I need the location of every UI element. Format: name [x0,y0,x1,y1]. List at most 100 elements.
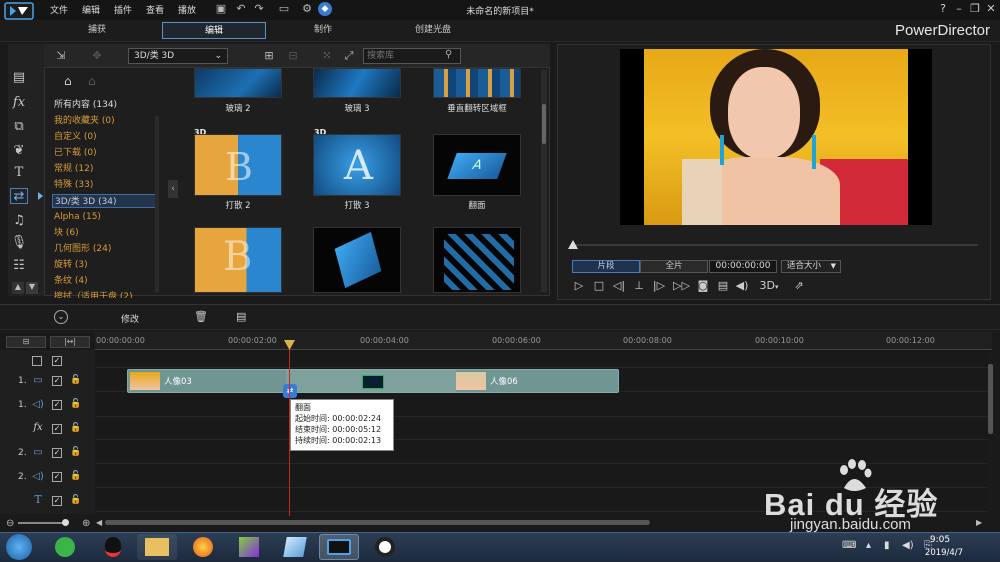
import-icon[interactable]: ⇲ [54,49,68,63]
taskbar-app-glass[interactable] [275,534,315,560]
category-scrollbar[interactable] [155,116,159,292]
title-room-icon[interactable]: T [10,165,28,181]
clip-mode-button[interactable]: 片段 [572,260,640,273]
scroll-up-icon[interactable]: ▲ [12,282,24,294]
play-icon[interactable]: ▷ [572,279,586,293]
close-icon[interactable]: ✕ [984,2,998,15]
track-enable-checkbox[interactable]: ✓ [52,376,62,386]
audio-mixing-room-icon[interactable]: ♫ [10,213,28,229]
edit-list-icon[interactable]: ▤ [236,310,246,323]
save-icon[interactable]: ▣ [214,2,228,16]
lock-icon[interactable]: 🔓 [70,399,81,409]
modify-button[interactable]: 修改 [121,312,139,325]
minimize-icon[interactable]: – [952,2,966,15]
transition-thumb-shatter2[interactable]: B [194,134,282,196]
aspect-ratio-icon[interactable]: ▭ [274,2,294,16]
undo-icon[interactable]: ↶ [234,2,248,16]
scroll-left-icon[interactable]: ◀ [96,518,102,527]
update-badge-icon[interactable]: ◆ [318,2,332,16]
search-icon[interactable]: ⚲ [445,49,452,60]
tab-capture[interactable]: 捕获 [45,22,149,39]
taskbar-app-explorer[interactable] [137,534,177,560]
zoom-in-icon[interactable]: ⊕ [82,518,90,529]
category-item[interactable]: 特殊 (33) [54,178,93,192]
tab-edit[interactable]: 编辑 [162,22,266,39]
3d-mode-button[interactable]: 3D▾ [758,279,780,293]
help-icon[interactable]: ? [936,2,950,15]
taskbar-app-media[interactable] [229,534,269,560]
clock-time[interactable]: 9:05 [920,535,960,545]
seek-thumb[interactable] [568,240,578,249]
category-item[interactable]: 已下载 (0) [54,146,97,160]
video-clip[interactable]: 人像03 人像06 [127,369,619,393]
track-enable-checkbox[interactable]: ✓ [52,424,62,434]
timeline-scroll-thumb[interactable] [105,520,650,525]
clock-date[interactable]: 2019/4/7 [918,548,970,558]
timecode-display[interactable]: 00:00:00:00 [709,260,777,273]
category-item[interactable]: 常规 (12) [54,162,93,176]
voice-over-room-icon[interactable]: 🎙 [10,235,28,251]
tray-overflow-icon[interactable]: ▴ [866,540,871,551]
volume-icon[interactable]: ◀) [735,279,749,293]
menu-plugins[interactable]: 插件 [114,3,132,16]
category-item[interactable]: 块 (6) [54,226,79,240]
fit-timeline-icon[interactable]: |↔| [50,336,90,348]
taskbar-app-firefox[interactable] [183,534,223,560]
subtitle-icon[interactable]: ▤ [716,279,730,293]
start-button[interactable] [6,534,32,560]
category-item[interactable]: 我的收藏夹 (0) [54,114,115,128]
pip-room-icon[interactable]: ⧉ [10,119,28,135]
transition-thumb-flip[interactable]: A [433,134,521,196]
zoom-out-icon[interactable]: ⊖ [6,518,14,529]
transition-thumb-bottom2[interactable] [313,227,401,293]
zoom-slider-thumb[interactable] [62,519,69,526]
previous-frame-icon[interactable]: ◁| [612,279,626,293]
settings-gear-icon[interactable]: ⚙ [300,2,314,16]
fast-forward-icon[interactable]: ▷▷ [673,279,690,293]
category-item[interactable]: 几何图形 (24) [54,242,111,256]
track-enable-checkbox[interactable]: ✓ [52,496,62,506]
keyboard-tray-icon[interactable]: ⌨ [842,540,856,551]
next-frame-icon[interactable]: |▷ [652,279,666,293]
media-room-icon[interactable]: ▤ [10,70,28,86]
delete-icon[interactable]: 🗑 [194,310,208,323]
tab-create-disc[interactable]: 创建光盘 [381,22,485,39]
chapter-room-icon[interactable]: ☷ [10,258,28,274]
track-enable-checkbox[interactable]: ✓ [52,400,62,410]
scroll-right-icon[interactable]: ▶ [976,518,982,527]
timeline-vscroll-thumb[interactable] [988,364,993,434]
grid-view-icon[interactable]: ⁙ [320,49,334,63]
category-item[interactable]: 擦拭（适用于盘 (2) [54,290,133,298]
category-item[interactable]: 条纹 (4) [54,274,88,288]
track-manager-icon[interactable]: ⊟ [6,336,46,348]
category-item-selected[interactable]: 3D/类 3D (34) [52,194,156,208]
transition-thumb-shatter3[interactable]: A [313,134,401,196]
transition-thumb-vertical-flip[interactable] [433,68,521,98]
category-item[interactable]: 自定义 (0) [54,130,97,144]
add-to-timeline-icon[interactable]: ⊞ [262,49,276,63]
stop-icon[interactable]: □ [592,279,606,293]
track-enable-checkbox[interactable]: ✓ [52,472,62,482]
particle-room-icon[interactable]: ❦ [10,143,28,159]
transition-thumb-bottom1[interactable]: B [194,227,282,293]
transition-room-icon[interactable]: ⇄ [10,188,28,204]
undock-icon[interactable]: ⇗ [792,279,806,293]
snapshot-icon[interactable]: ◙ [696,279,710,293]
track-enable-checkbox[interactable]: ✓ [52,448,62,458]
taskbar-app-qq[interactable] [93,534,133,560]
movie-mode-button[interactable]: 全片 [640,260,708,273]
category-select[interactable]: 3D/类 3D ⌄ [128,48,228,64]
network-tray-icon[interactable]: ▮ [884,540,890,551]
lock-icon[interactable]: 🔓 [70,495,81,505]
lock-icon[interactable]: 🔓 [70,375,81,385]
seek-bar[interactable] [572,244,978,246]
lock-icon[interactable]: 🔓 [70,447,81,457]
taskbar-app-recorder[interactable] [365,534,405,560]
transition-thumb-glass2[interactable] [194,68,282,98]
category-item[interactable]: 旋转 (3) [54,258,88,272]
menu-view[interactable]: 查看 [146,3,164,16]
tab-produce[interactable]: 制作 [271,22,375,39]
transition-drop-icon[interactable]: ⇄ [283,384,297,398]
lock-icon[interactable]: 🔓 [70,423,81,433]
restore-icon[interactable]: ❐ [968,2,982,15]
